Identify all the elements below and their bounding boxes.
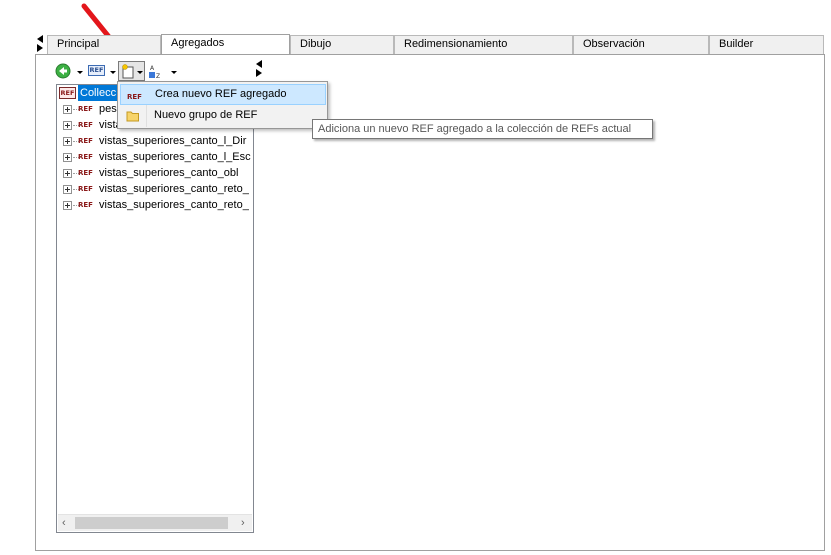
tree-item-label[interactable]: vistas_superiores_canto_reto_ bbox=[99, 181, 249, 197]
expand-icon[interactable] bbox=[63, 201, 72, 210]
tree-root-label[interactable]: Collecc bbox=[78, 85, 119, 101]
tab-observacion[interactable]: Observación bbox=[573, 35, 709, 54]
tab-agregados[interactable]: Agregados bbox=[161, 34, 290, 54]
ref-tree[interactable]: REF Collecc REF pes REF vista REF vistas… bbox=[56, 84, 254, 533]
tab-label: Builder bbox=[719, 38, 754, 50]
tree-item-label[interactable]: vistas_superiores_canto_reto_ bbox=[99, 197, 249, 213]
tree-item-label[interactable]: vistas_superiores_canto_obl bbox=[99, 165, 238, 181]
tab-principal[interactable]: Principal bbox=[47, 35, 161, 54]
ref-collection-icon: REF bbox=[59, 87, 76, 99]
new-dropdown-icon bbox=[137, 71, 143, 74]
expand-right-icon[interactable] bbox=[256, 69, 262, 77]
horizontal-scrollbar[interactable]: ‹ › bbox=[58, 514, 252, 531]
ref-icon-label: REF bbox=[60, 89, 75, 97]
expand-icon[interactable] bbox=[63, 137, 72, 146]
svg-text:Z: Z bbox=[156, 73, 160, 79]
scroll-left-icon[interactable] bbox=[37, 35, 43, 43]
expand-icon[interactable] bbox=[63, 121, 72, 130]
tab-label: Dibujo bbox=[300, 38, 332, 50]
tab-label: Principal bbox=[57, 38, 100, 50]
scrollbar-thumb[interactable] bbox=[75, 517, 228, 529]
new-button[interactable] bbox=[118, 61, 145, 81]
ref-icon: REF bbox=[78, 121, 93, 129]
tab-label: Agregados bbox=[171, 37, 225, 49]
splitter-arrows[interactable] bbox=[255, 60, 263, 78]
menu-item-crea-nuevo-ref[interactable]: REF Crea nuevo REF agregado bbox=[120, 84, 326, 105]
ref-icon: REF bbox=[78, 201, 93, 209]
sort-dropdown-icon[interactable] bbox=[171, 71, 177, 74]
ref-icon: REF bbox=[78, 153, 93, 161]
expand-icon[interactable] bbox=[63, 153, 72, 162]
tab-scroll-arrows[interactable] bbox=[36, 35, 46, 53]
svg-text:A: A bbox=[150, 65, 155, 72]
tooltip: Adiciona un nuevo REF agregado a la cole… bbox=[312, 119, 653, 139]
tab-label: Redimensionamiento bbox=[404, 38, 508, 50]
tree-item[interactable]: REF vistas_superiores_canto_l_Esc bbox=[63, 149, 253, 165]
ref-icon: REF bbox=[78, 169, 93, 177]
ref-dropdown-icon[interactable] bbox=[110, 71, 116, 74]
menu-item-label: Crea nuevo REF agregado bbox=[155, 88, 287, 100]
folder-icon bbox=[126, 111, 139, 122]
tab-redimensionamiento[interactable]: Redimensionamiento bbox=[394, 35, 573, 54]
back-dropdown-icon[interactable] bbox=[77, 71, 83, 74]
toolbar: REF A Z bbox=[53, 60, 273, 82]
ref-icon: REF bbox=[78, 137, 93, 145]
expand-icon[interactable] bbox=[63, 169, 72, 178]
scroll-left-arrow-icon[interactable]: ‹ bbox=[62, 518, 66, 529]
scroll-right-arrow-icon[interactable]: › bbox=[241, 518, 245, 529]
ref-icon-label: REF bbox=[89, 66, 104, 74]
tree-item-label[interactable]: vistas_superiores_canto_l_Dir bbox=[99, 133, 246, 149]
tree-item[interactable]: REF vistas_superiores_canto_obl bbox=[63, 165, 253, 181]
new-document-icon bbox=[122, 64, 134, 79]
tree-item[interactable]: REF vistas_superiores_canto_l_Dir bbox=[63, 133, 253, 149]
expand-icon[interactable] bbox=[63, 185, 72, 194]
ref-icon: REF bbox=[78, 185, 93, 193]
tab-builder[interactable]: Builder bbox=[709, 35, 824, 54]
tree-item-label[interactable]: pes bbox=[99, 101, 117, 117]
ref-icon: REF bbox=[127, 93, 142, 101]
collapse-left-icon[interactable] bbox=[256, 60, 262, 68]
green-back-arrow-icon[interactable] bbox=[55, 63, 71, 79]
tree-item-label[interactable]: vistas_superiores_canto_l_Esc bbox=[99, 149, 251, 165]
scroll-right-icon[interactable] bbox=[37, 44, 43, 52]
expand-icon[interactable] bbox=[63, 105, 72, 114]
menu-item-label: Nuevo grupo de REF bbox=[154, 109, 258, 121]
tab-dibujo[interactable]: Dibujo bbox=[290, 35, 394, 54]
tree-item[interactable]: REF vistas_superiores_canto_reto_ bbox=[63, 197, 253, 213]
tab-label: Observación bbox=[583, 38, 645, 50]
tooltip-text: Adiciona un nuevo REF agregado a la cole… bbox=[318, 123, 632, 135]
ref-icon: REF bbox=[78, 105, 93, 113]
ref-icon[interactable]: REF bbox=[88, 65, 105, 76]
new-ref-dropdown-menu: REF Crea nuevo REF agregado Nuevo grupo … bbox=[117, 81, 328, 129]
sort-az-icon[interactable]: A Z bbox=[149, 63, 165, 79]
tree-item[interactable]: REF vistas_superiores_canto_reto_ bbox=[63, 181, 253, 197]
menu-item-nuevo-grupo[interactable]: Nuevo grupo de REF bbox=[120, 106, 326, 127]
